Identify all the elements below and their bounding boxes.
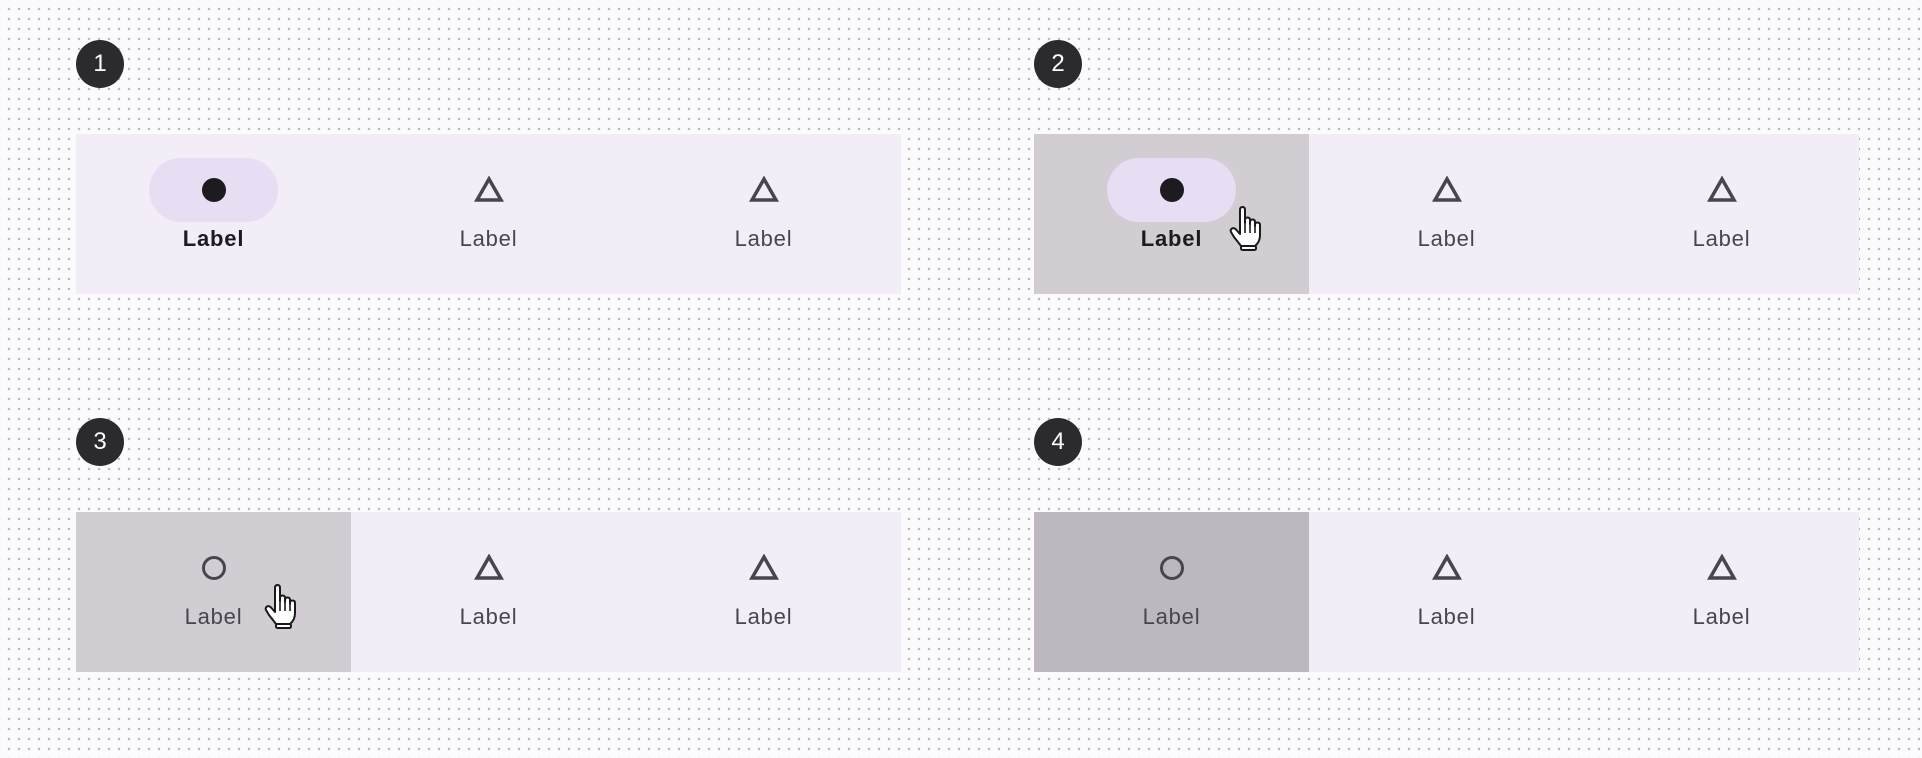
nav-item-1[interactable]: Label — [1034, 134, 1309, 294]
hand-cursor-icon — [1229, 206, 1261, 251]
nav-item-label: Label — [459, 226, 518, 251]
nav-item-2[interactable]: Label — [1309, 134, 1584, 294]
nav-item-label: Label — [1142, 604, 1201, 629]
nav-item-label: Label — [1417, 604, 1476, 629]
triangle-icon — [473, 553, 504, 583]
step-number-badge: 3 — [76, 418, 124, 466]
example-panel-1: 1 Label Label Label — [76, 40, 901, 380]
nav-item-label: Label — [1692, 226, 1751, 251]
nav-item-2[interactable]: Label — [351, 134, 626, 294]
nav-item-3[interactable]: Label — [1584, 134, 1859, 294]
navigation-bar: Label Label Label — [1034, 512, 1859, 672]
nav-item-label: Label — [182, 226, 245, 251]
nav-item-label: Label — [184, 604, 243, 629]
nav-item-label: Label — [734, 604, 793, 629]
nav-item-2[interactable]: Label — [1309, 512, 1584, 672]
nav-item-label: Label — [734, 226, 793, 251]
filled-circle-icon — [1157, 175, 1187, 205]
nav-item-1[interactable]: Label — [76, 512, 351, 672]
nav-item-1[interactable]: Label — [76, 134, 351, 294]
nav-item-label: Label — [1417, 226, 1476, 251]
navigation-bar: Label Label Label — [76, 512, 901, 672]
step-number-badge: 4 — [1034, 418, 1082, 466]
nav-item-1[interactable]: Label — [1034, 512, 1309, 672]
example-panel-3: 3 Label Label Label — [76, 418, 901, 758]
step-number-badge: 1 — [76, 40, 124, 88]
triangle-icon — [1706, 553, 1737, 583]
circle-outline-icon — [199, 553, 229, 583]
nav-item-2[interactable]: Label — [351, 512, 626, 672]
nav-item-3[interactable]: Label — [1584, 512, 1859, 672]
circle-outline-icon — [1157, 553, 1187, 583]
nav-item-3[interactable]: Label — [626, 512, 901, 672]
triangle-icon — [1431, 553, 1462, 583]
nav-item-label: Label — [1692, 604, 1751, 629]
example-panel-2: 2 Label Label Label — [1034, 40, 1859, 380]
triangle-icon — [473, 175, 504, 205]
navigation-bar: Label Label Label — [1034, 134, 1859, 294]
hand-cursor-icon — [264, 584, 296, 629]
filled-circle-icon — [199, 175, 229, 205]
triangle-icon — [748, 553, 779, 583]
example-panel-4: 4 Label Label Label — [1034, 418, 1859, 758]
nav-item-label: Label — [459, 604, 518, 629]
navigation-bar: Label Label Label — [76, 134, 901, 294]
step-number-badge: 2 — [1034, 40, 1082, 88]
nav-item-3[interactable]: Label — [626, 134, 901, 294]
nav-item-label: Label — [1140, 226, 1203, 251]
triangle-icon — [1431, 175, 1462, 205]
triangle-icon — [748, 175, 779, 205]
triangle-icon — [1706, 175, 1737, 205]
